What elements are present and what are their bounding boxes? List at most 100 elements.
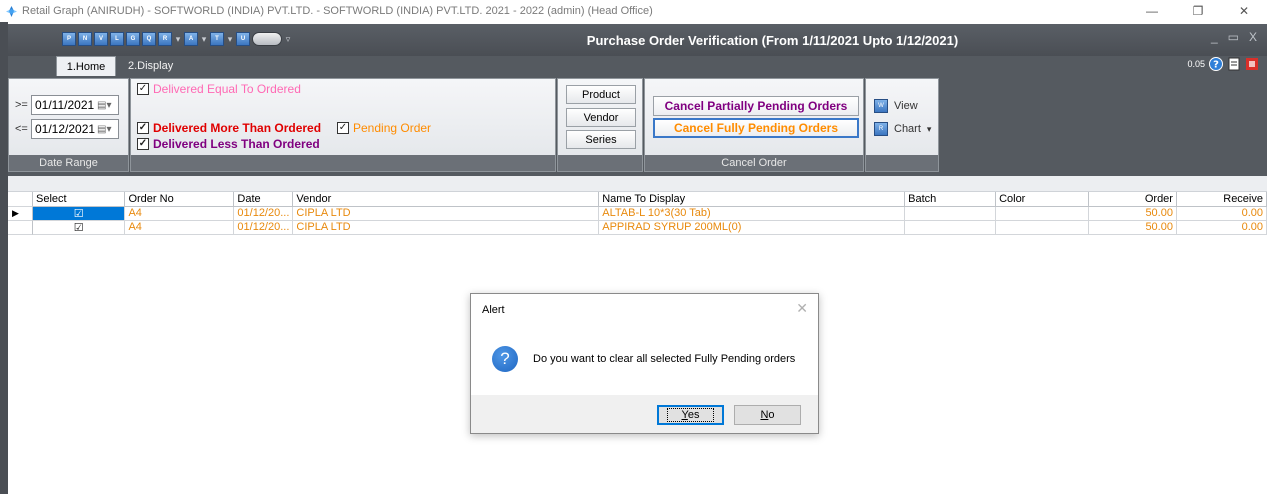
delivered-more-checkbox[interactable]: ✓ Delivered More Than Ordered xyxy=(137,121,321,135)
checkbox-checked-icon: ✓ xyxy=(137,122,149,134)
no-button[interactable]: No xyxy=(734,405,801,425)
chevron-down-icon[interactable]: ▾ xyxy=(200,34,208,45)
select-checkbox[interactable]: ☑ xyxy=(33,206,126,221)
qat-l-button[interactable]: L xyxy=(110,32,124,46)
qat-t-button[interactable]: T xyxy=(210,32,224,46)
ribbon-frame: P N V L G Q R ▾ A ▾ T ▾ U ▿ Purchase Ord… xyxy=(8,24,1267,176)
column-header-batch[interactable]: Batch xyxy=(904,192,997,207)
column-header-name-to-display[interactable]: Name To Display xyxy=(598,192,906,207)
select-checkbox[interactable]: ☑ xyxy=(33,220,126,235)
checkbox-checked-icon: ✓ xyxy=(337,122,349,134)
to-date-operator: <= xyxy=(15,123,28,135)
from-date-picker[interactable]: 01/11/2021 ▤▾ xyxy=(31,95,119,115)
notes-icon[interactable] xyxy=(1227,57,1241,71)
help-icon[interactable]: ? xyxy=(1209,57,1223,71)
batch-cell[interactable] xyxy=(904,220,997,235)
calendar-dropdown-icon[interactable]: ▤▾ xyxy=(97,124,115,135)
delivered-equal-checkbox[interactable]: ✓ Delivered Equal To Ordered xyxy=(137,82,301,96)
pending-order-checkbox[interactable]: ✓ Pending Order xyxy=(337,121,431,135)
view-group: W View R Chart ▾ xyxy=(865,78,939,172)
column-header-order[interactable]: Order xyxy=(1088,192,1177,207)
color-cell[interactable] xyxy=(995,220,1090,235)
dialog-close-icon[interactable]: ✕ xyxy=(796,300,808,317)
vendor-cell[interactable]: CIPLA LTD xyxy=(292,220,600,235)
product-button[interactable]: Product xyxy=(566,85,636,104)
vendor-button[interactable]: Vendor xyxy=(566,108,636,127)
vendor-cell[interactable]: CIPLA LTD xyxy=(292,206,600,221)
qat-u-button[interactable]: U xyxy=(236,32,250,46)
order-qty-cell[interactable]: 50.00 xyxy=(1088,206,1177,221)
left-frame-gutter xyxy=(0,22,8,494)
name-cell[interactable]: APPIRAD SYRUP 200ML(0) xyxy=(598,220,906,235)
chart-button[interactable]: R Chart ▾ xyxy=(874,122,931,136)
table-row[interactable]: ☑ A4 01/12/20... CIPLA LTD APPIRAD SYRUP… xyxy=(33,220,1267,235)
delivered-less-label: Delivered Less Than Ordered xyxy=(153,137,320,151)
qat-p-button[interactable]: P xyxy=(62,32,76,46)
chevron-down-icon[interactable]: ▾ xyxy=(226,34,234,45)
cancel-order-group: Cancel Partially Pending Orders Cancel F… xyxy=(644,78,864,172)
app-restore-button[interactable]: ▭ xyxy=(1228,30,1239,44)
delivered-more-label: Delivered More Than Ordered xyxy=(153,121,322,135)
date-cell[interactable]: 01/12/20... xyxy=(233,220,294,235)
batch-cell[interactable] xyxy=(904,206,997,221)
qat-r-button[interactable]: R xyxy=(158,32,172,46)
to-date-value: 01/12/2021 xyxy=(35,122,96,136)
close-button[interactable]: ✕ xyxy=(1221,0,1267,22)
delivered-equal-label: Delivered Equal To Ordered xyxy=(153,82,301,96)
quick-access-toolbar: P N V L G Q R ▾ A ▾ T ▾ U ▿ Purchase Ord… xyxy=(8,24,1267,56)
calendar-dropdown-icon[interactable]: ▤▾ xyxy=(97,100,115,111)
qat-g-button[interactable]: G xyxy=(126,32,140,46)
cancel-partially-pending-button[interactable]: Cancel Partially Pending Orders xyxy=(653,96,859,116)
name-cell[interactable]: ALTAB-L 10*3(30 Tab) xyxy=(598,206,906,221)
checkbox-checked-icon: ✓ xyxy=(137,83,149,95)
column-header-date[interactable]: Date xyxy=(233,192,294,207)
color-cell[interactable] xyxy=(995,206,1090,221)
order-no-cell[interactable]: A4 xyxy=(124,206,235,221)
date-range-group: >= 01/11/2021 ▤▾ <= 01/12/2021 ▤▾ Date R… xyxy=(8,78,129,172)
row-header-column: ▶ xyxy=(8,192,33,235)
order-qty-cell[interactable]: 50.00 xyxy=(1088,220,1177,235)
minimize-button[interactable]: — xyxy=(1129,0,1175,22)
column-header-order-no[interactable]: Order No xyxy=(124,192,235,207)
qat-dropdown-icon[interactable]: ▿ xyxy=(284,34,292,45)
tab-home[interactable]: 1.Home xyxy=(56,56,116,76)
tab-display[interactable]: 2.Display xyxy=(116,56,185,76)
app-minimize-button[interactable]: _ xyxy=(1211,30,1218,44)
app-window: Retail Graph (ANIRUDH) - SOFTWORLD (INDI… xyxy=(0,0,1267,494)
order-no-cell[interactable]: A4 xyxy=(124,220,235,235)
yes-label-rest: es xyxy=(687,409,700,421)
maximize-button[interactable]: ❐ xyxy=(1175,0,1221,22)
exit-icon[interactable] xyxy=(1245,57,1259,71)
view-button[interactable]: W View xyxy=(874,99,918,113)
column-header-select[interactable]: Select xyxy=(33,192,126,207)
os-window-title: Retail Graph (ANIRUDH) - SOFTWORLD (INDI… xyxy=(22,5,653,17)
app-logo-icon xyxy=(4,4,18,18)
chevron-down-icon[interactable]: ▾ xyxy=(927,124,932,135)
group-by-footer xyxy=(558,155,642,171)
yes-button[interactable]: Yes xyxy=(657,405,724,425)
date-cell[interactable]: 01/12/20... xyxy=(233,206,294,221)
receive-qty-cell[interactable]: 0.00 xyxy=(1176,220,1267,235)
table-row[interactable]: ☑ A4 01/12/20... CIPLA LTD ALTAB-L 10*3(… xyxy=(33,206,1267,221)
to-date-picker[interactable]: 01/12/2021 ▤▾ xyxy=(31,119,119,139)
qat-v-button[interactable]: V xyxy=(94,32,108,46)
view-label: View xyxy=(894,100,918,112)
column-header-receive[interactable]: Receive xyxy=(1176,192,1267,207)
dialog-footer: Yes No xyxy=(471,395,818,433)
row-header[interactable] xyxy=(8,221,33,235)
checkbox-checked-icon: ✓ xyxy=(137,138,149,150)
chevron-down-icon[interactable]: ▾ xyxy=(174,34,182,45)
column-header-color[interactable]: Color xyxy=(995,192,1090,207)
delivered-less-checkbox[interactable]: ✓ Delivered Less Than Ordered xyxy=(137,137,320,151)
row-header-current[interactable]: ▶ xyxy=(8,207,33,221)
receive-qty-cell[interactable]: 0.00 xyxy=(1176,206,1267,221)
column-header-vendor[interactable]: Vendor xyxy=(292,192,600,207)
cancel-fully-pending-button[interactable]: Cancel Fully Pending Orders xyxy=(653,118,859,138)
series-button[interactable]: Series xyxy=(566,130,636,149)
qat-a-button[interactable]: A xyxy=(184,32,198,46)
qat-customize-pill[interactable] xyxy=(252,32,282,46)
quick-access-buttons: P N V L G Q R ▾ A ▾ T ▾ U ▿ xyxy=(62,32,292,46)
app-close-button[interactable]: X xyxy=(1249,30,1257,44)
qat-n-button[interactable]: N xyxy=(78,32,92,46)
qat-q-button[interactable]: Q xyxy=(142,32,156,46)
